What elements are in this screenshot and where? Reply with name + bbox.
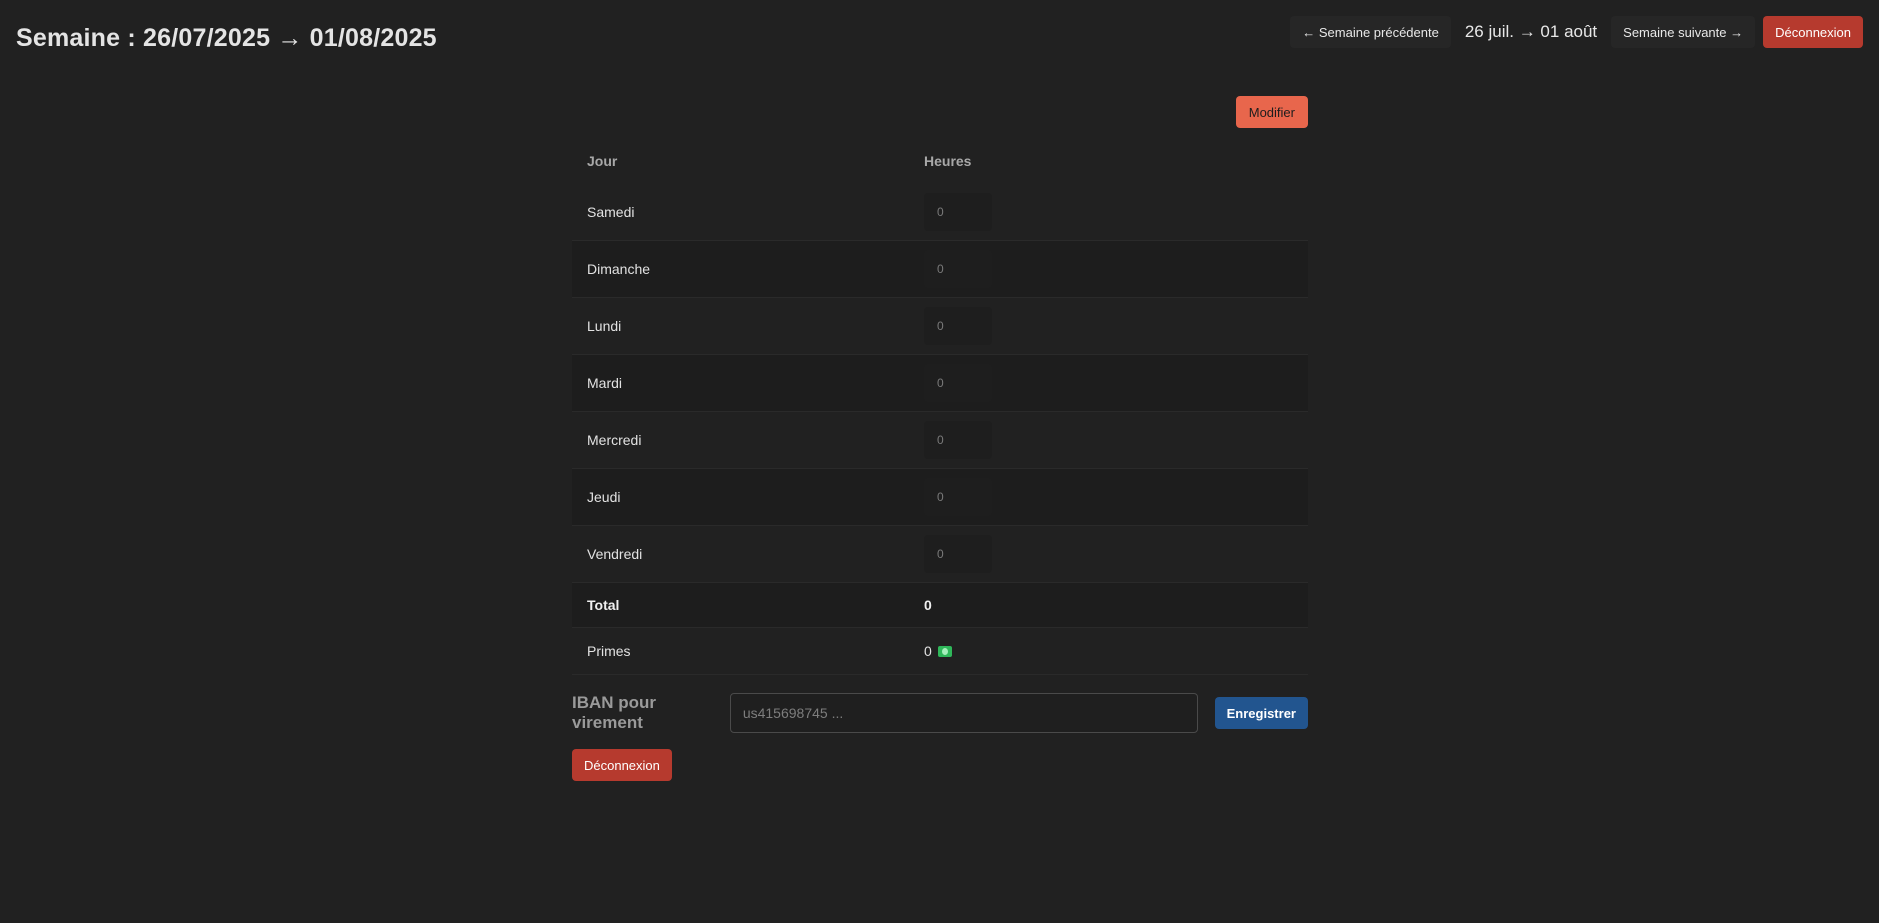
table-row: Mercredi (572, 412, 1308, 469)
hours-cell (909, 184, 1308, 241)
hours-cell (909, 298, 1308, 355)
day-label: Samedi (587, 204, 635, 220)
hours-cell (909, 412, 1308, 469)
iban-input[interactable] (729, 693, 1198, 733)
timesheet-panel: Modifier Jour Heures Samedi Dimanche Lundi… (572, 96, 1308, 781)
timesheet-toolbar: Modifier (572, 96, 1308, 128)
hours-input[interactable] (924, 478, 992, 516)
column-header-hours: Heures (924, 153, 972, 169)
table-row: Mardi (572, 354, 1308, 412)
day-label: Mercredi (587, 432, 642, 448)
primes-cell: 0 (909, 628, 1308, 675)
logout-button-top[interactable]: Déconnexion (1763, 16, 1863, 48)
primes-row: Primes 0 (572, 628, 1308, 675)
total-label: Total (572, 582, 909, 628)
day-label: Mardi (587, 375, 623, 391)
page-title: Semaine : 26/07/2025 → 01/08/2025 (16, 24, 437, 52)
table-row: Lundi (572, 298, 1308, 355)
hours-cell (909, 355, 1308, 412)
primes-label: Primes (587, 643, 631, 659)
hours-input[interactable] (924, 364, 992, 402)
money-icon (937, 646, 952, 657)
table-row: Jeudi (572, 468, 1308, 526)
next-week-button[interactable]: Semaine suivante → (1611, 16, 1756, 48)
primes-value: 0 (924, 643, 932, 659)
hours-cell (909, 469, 1308, 526)
day-label: Jeudi (587, 489, 621, 505)
week-navigation: ← Semaine précédente 26 juil. → 01 août … (1290, 16, 1863, 48)
hours-input[interactable] (924, 421, 992, 459)
hours-cell (909, 241, 1308, 298)
table-row: Dimanche (572, 240, 1308, 298)
week-range-label: 26 juil. → 01 août (1464, 22, 1598, 41)
day-label: Lundi (587, 318, 622, 334)
hours-table-body: Samedi Dimanche Lundi Mardi Mercredi Jeudi Ven… (572, 184, 1308, 675)
day-label: Vendredi (587, 546, 643, 562)
hours-cell (909, 526, 1308, 583)
column-header-day: Jour (587, 153, 618, 169)
hours-input[interactable] (924, 535, 992, 573)
total-value: 0 (909, 582, 1308, 628)
table-row: Samedi (572, 184, 1308, 241)
total-row: Total 0 (572, 582, 1308, 628)
hours-input[interactable] (924, 250, 992, 288)
hours-table: Jour Heures Samedi Dimanche Lundi Mardi Merc… (572, 138, 1308, 675)
table-row: Vendredi (572, 526, 1308, 583)
iban-label: IBAN pour virement (572, 693, 657, 732)
logout-button-bottom[interactable]: Déconnexion (572, 749, 672, 781)
day-label: Dimanche (587, 261, 651, 277)
hours-input[interactable] (924, 193, 992, 231)
table-header-row: Jour Heures (572, 138, 1308, 184)
previous-week-button[interactable]: ← Semaine précédente (1290, 16, 1451, 48)
edit-button[interactable]: Modifier (1235, 96, 1308, 128)
hours-input[interactable] (924, 307, 992, 345)
iban-form: IBAN pour virement Enregistrer (572, 693, 1308, 733)
save-iban-button[interactable]: Enregistrer (1214, 697, 1308, 729)
